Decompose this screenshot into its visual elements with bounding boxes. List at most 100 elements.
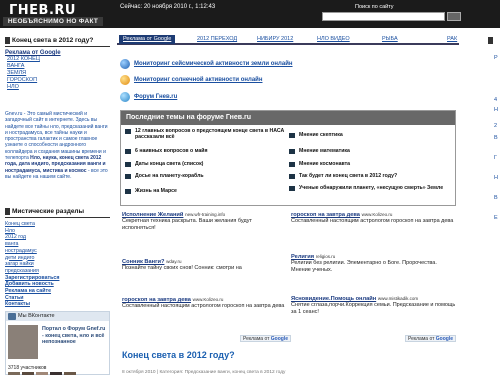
topic-title[interactable]: Мнение скептика (299, 132, 343, 138)
topic-title[interactable]: Мнение космонавта (299, 161, 350, 167)
ad-unit[interactable]: гороскоп на завтра дева www.Kolizeo.ru С… (291, 212, 456, 225)
tab-link[interactable]: НЛО ВИДЕО (317, 36, 350, 42)
sun-icon (120, 75, 130, 85)
ad-description: Секретная техника раскрыта. Ваши желания… (122, 218, 252, 231)
topic-row[interactable]: 12 главных вопросов о предстоящем конце … (125, 128, 285, 140)
ad-url: www.mistikadik.com (377, 296, 419, 301)
section-link[interactable]: 2012 год (5, 234, 105, 241)
topic-title[interactable]: Мнение математика (299, 148, 350, 154)
topics-heading: Последние темы на форуме Гнев.ru (121, 111, 455, 125)
featured-link-label[interactable]: Форум Гнев.ru (134, 94, 177, 100)
ad-link[interactable]: 2012 КОНЕЦ (5, 56, 110, 63)
vk-header-text: Мы ВКонтакте (18, 313, 55, 319)
topic-row[interactable]: Мнение скептика (289, 132, 453, 138)
right-link[interactable]: Е (494, 215, 498, 221)
tab-link[interactable]: РАК (447, 36, 457, 42)
ad-unit[interactable]: Сонник Ванги? wday.ru Познайте тайну сво… (122, 259, 287, 272)
contacts-link[interactable]: Контакты (5, 301, 105, 308)
folder-icon (289, 162, 295, 167)
site-logo[interactable]: ГНЕВ.RU НЕОБЪЯСНИМО НО ФАКТ (3, 2, 113, 26)
tab-link[interactable]: РЫБА (382, 36, 398, 42)
advertise-link[interactable]: Реклама на сайте (5, 288, 105, 295)
vk-icon (8, 313, 16, 320)
topic-row[interactable]: Так будет ли конец света в 2012 году? (289, 173, 453, 179)
right-link[interactable]: Р (494, 55, 498, 61)
google-ads-badge[interactable]: Реклама от Google (405, 335, 457, 342)
section-link[interactable]: Конец света (5, 221, 105, 228)
right-link[interactable]: Г (494, 155, 497, 161)
topic-title[interactable]: Жизнь на Марсе (135, 188, 177, 194)
section-link[interactable]: предсказания (5, 268, 105, 275)
topic-row[interactable]: Ученые обнаружили планету, «несущую смер… (289, 185, 453, 191)
latest-topics-box: Последние темы на форуме Гнев.ru 12 глав… (120, 110, 456, 206)
ad-tabs: Реклама от Google 2012 ПЕРЕХОД НИБИРУ 20… (117, 35, 459, 45)
featured-link[interactable]: Форум Гнев.ru (120, 92, 177, 102)
google-ad-list: Реклама от Google 2012 КОНЕЦ ВАНГА ЗЕМЛЯ… (5, 50, 110, 91)
globe-icon (120, 59, 130, 69)
tab-link[interactable]: НИБИРУ 2012 (257, 36, 293, 42)
vk-group-avatar[interactable] (8, 325, 38, 359)
section-link[interactable]: Нло (5, 228, 105, 235)
mystic-heading-text: Мистические разделы (12, 208, 85, 215)
right-link[interactable]: 2 (494, 123, 497, 129)
vk-group-title[interactable]: Портал о Форум Gnef.ru - конец света, нл… (42, 326, 108, 346)
poll-heading-text: Конец света в 2012 году? (12, 37, 94, 44)
right-link[interactable]: Н (494, 107, 498, 113)
ad-link[interactable]: НЛО (5, 84, 110, 91)
section-link[interactable]: ванга (5, 241, 105, 248)
ad-link[interactable]: ВАНГА (5, 63, 110, 70)
featured-link-label[interactable]: Мониторинг солнечной активности онлайн (134, 77, 263, 83)
topic-title[interactable]: 6 наивных вопросов о майя (135, 148, 207, 154)
search-input[interactable] (322, 12, 445, 21)
topic-title[interactable]: 12 главных вопросов о предстоящем конце … (135, 128, 285, 140)
poll-heading: Конец света в 2012 году? (5, 37, 93, 44)
topic-row[interactable]: 6 наивных вопросов о майя (125, 148, 285, 154)
tab-link[interactable]: 2012 ПЕРЕХОД (197, 36, 237, 42)
topic-title[interactable]: Досье на планету-корабль (135, 173, 204, 179)
topic-title[interactable]: Так будет ли конец света в 2012 году? (299, 173, 397, 179)
right-sidebar-edge: Р 4 Н 2 В Г Н В Е (486, 35, 500, 375)
ad-description: Составленный настоящим астрологом гороск… (122, 303, 285, 309)
ad-unit[interactable]: Религия religios.ru Религии без религии.… (291, 254, 456, 274)
ad-url: religios.ru (315, 254, 336, 259)
current-date: Сейчас: 20 ноября 2010 г., 1:12:43 (120, 4, 216, 10)
search-button[interactable] (447, 12, 461, 21)
topic-title[interactable]: Даты конца света (список) (135, 161, 203, 167)
folder-icon (125, 174, 131, 179)
right-link[interactable]: 4 (494, 97, 497, 103)
google-logo: Google (435, 336, 454, 342)
right-link[interactable]: Н (494, 175, 498, 181)
featured-link[interactable]: Мониторинг солнечной активности онлайн (120, 75, 263, 85)
ad-link[interactable]: ГОРОСКОП (5, 77, 110, 84)
featured-link[interactable]: Мониторинг сейсмической активности земли… (120, 59, 293, 69)
ad-url: www.Kolizeo.ru (192, 297, 224, 302)
divider (5, 217, 110, 218)
folder-icon (289, 186, 295, 191)
section-link[interactable]: нострадамус (5, 248, 105, 255)
topic-row[interactable]: Досье на планету-корабль (125, 173, 285, 179)
ad-link[interactable]: ЗЕМЛЯ (5, 70, 110, 77)
ad-unit[interactable]: Ясновидение.Помощь онлайн www.mistikadik… (291, 296, 456, 316)
heading-marker-icon (5, 208, 10, 215)
vk-header: Мы ВКонтакте (6, 312, 109, 321)
ad-unit[interactable]: гороскоп на завтра дева www.Kolizeo.ru С… (122, 297, 287, 310)
right-link[interactable]: В (494, 195, 498, 201)
mystic-sections: Конец света Нло 2012 год ванга нострадам… (5, 221, 105, 308)
articles-link[interactable]: Статьи (5, 295, 105, 302)
tab-google-ads[interactable]: Реклама от Google (119, 35, 176, 44)
topic-title[interactable]: Ученые обнаружили планету, «несущую смер… (299, 185, 443, 191)
topic-row[interactable]: Даты конца света (список) (125, 161, 285, 167)
topic-row[interactable]: Жизнь на Марсе (125, 188, 285, 194)
ad-unit[interactable]: Исполнение Желаний new.wfr-training.info… (122, 212, 287, 232)
topic-row[interactable]: Мнение космонавта (289, 161, 453, 167)
folder-icon (125, 149, 131, 154)
logo-brand: ГНЕВ.RU (9, 3, 76, 18)
featured-link-label[interactable]: Мониторинг сейсмической активности земли… (134, 61, 293, 67)
section-link[interactable]: загар найки (5, 261, 105, 268)
folder-icon (125, 129, 131, 134)
article-title[interactable]: Конец света в 2012 году? (122, 350, 235, 360)
right-link[interactable]: В (494, 135, 498, 141)
google-ads-badge[interactable]: Реклама от Google (240, 335, 292, 342)
folder-icon (125, 162, 131, 167)
topic-row[interactable]: Мнение математика (289, 148, 453, 154)
